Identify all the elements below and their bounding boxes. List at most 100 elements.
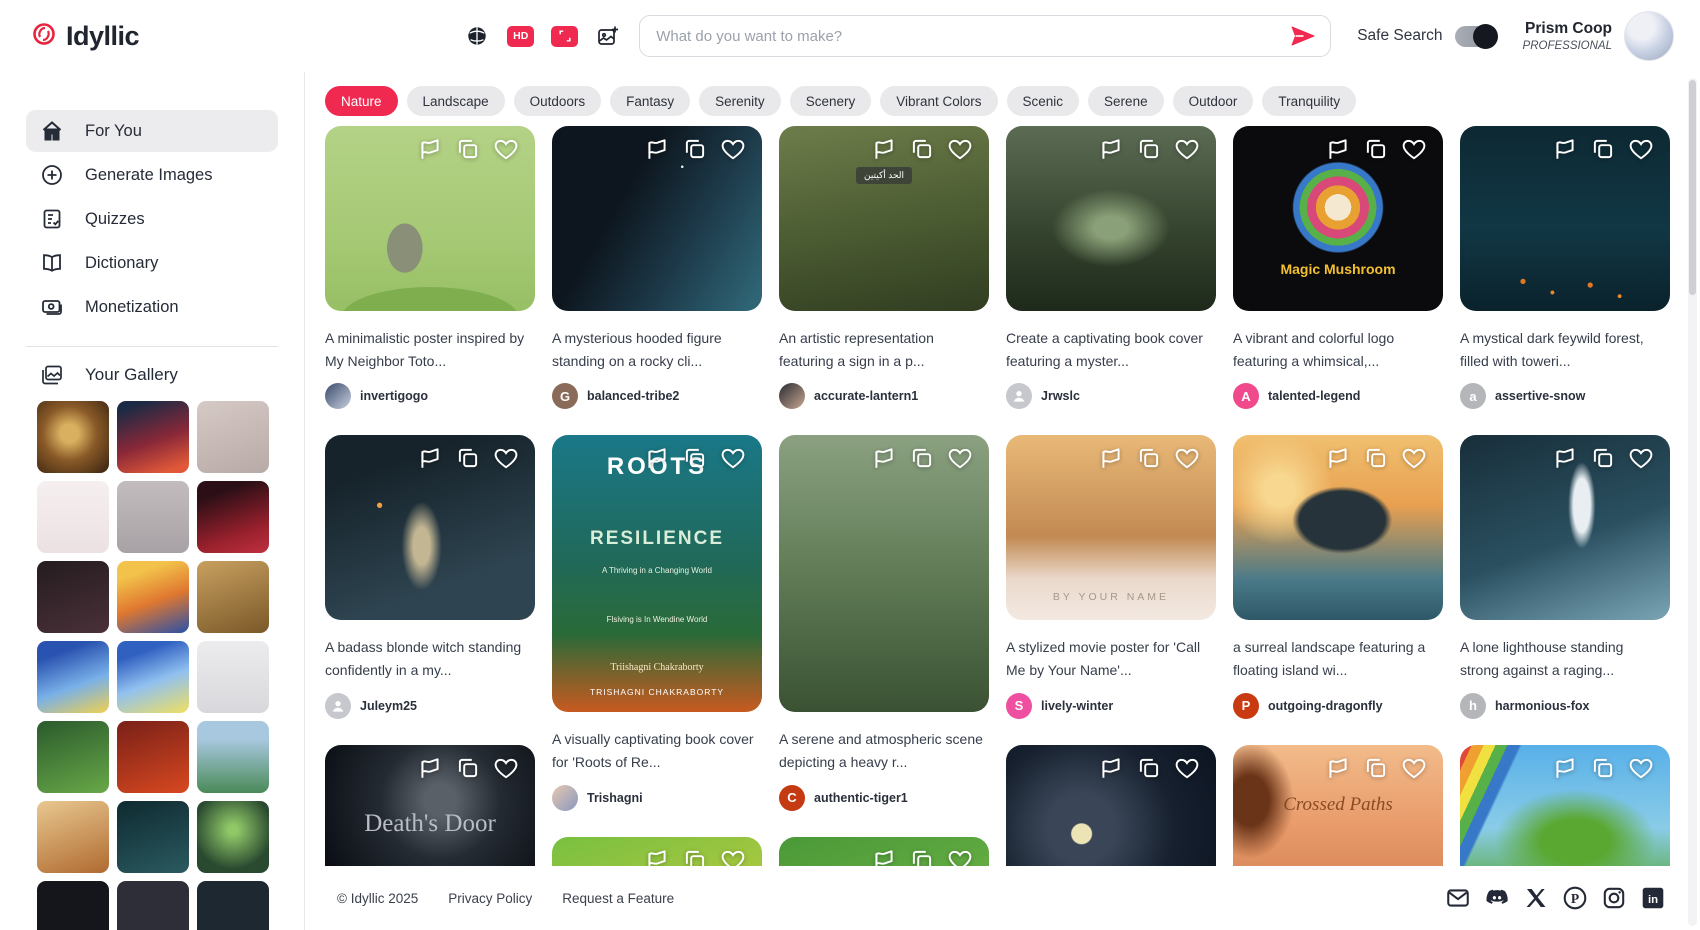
- gallery-thumb-goku-orange[interactable]: [117, 561, 189, 633]
- scrollbar-thumb[interactable]: [1689, 80, 1696, 295]
- filter-chip-serenity[interactable]: Serenity: [699, 86, 781, 116]
- gallery-thumb-neon-robot[interactable]: [117, 401, 189, 473]
- heart-icon[interactable]: [947, 136, 973, 167]
- filter-chip-fantasy[interactable]: Fantasy: [610, 86, 690, 116]
- flag-icon[interactable]: [1552, 445, 1578, 476]
- image-card-rainy-green-trees[interactable]: A serene and atmospheric scene depicting…: [779, 435, 989, 810]
- filter-chip-scenic[interactable]: Scenic: [1007, 86, 1080, 116]
- copy-icon[interactable]: [909, 136, 935, 167]
- image-card-hooded-figure-storm[interactable]: A mysterious hooded figure standing on a…: [552, 126, 762, 409]
- copy-icon[interactable]: [1363, 136, 1389, 167]
- copy-icon[interactable]: [1136, 755, 1162, 786]
- copy-icon[interactable]: [909, 445, 935, 476]
- heart-icon[interactable]: [493, 755, 519, 786]
- card-image-park-sign-scene[interactable]: الحد أكيتين: [779, 126, 989, 311]
- flag-icon[interactable]: [417, 445, 443, 476]
- gallery-thumb-dark-portrait[interactable]: [37, 561, 109, 633]
- card-image-dark-feywild-forest[interactable]: [1460, 126, 1670, 311]
- image-card-roots-resilience-book-cover[interactable]: ROOTSRESILIENCEA Thriving in a Changing …: [552, 435, 762, 810]
- sidebar-item-for-you[interactable]: For You: [26, 110, 278, 152]
- image-card-misty-forest-path[interactable]: Create a captivating book cover featurin…: [1006, 126, 1216, 409]
- privacy-policy-link[interactable]: Privacy Policy: [448, 891, 532, 906]
- heart-icon[interactable]: [1628, 445, 1654, 476]
- gallery-thumb-meditation-glow[interactable]: [197, 801, 269, 873]
- sidebar-item-dictionary[interactable]: Dictionary: [26, 242, 278, 284]
- card-author[interactable]: G balanced-tribe2: [552, 383, 762, 409]
- app-logo[interactable]: Idyllic: [30, 20, 139, 53]
- flag-icon[interactable]: [644, 445, 670, 476]
- flag-icon[interactable]: [1098, 136, 1124, 167]
- user-avatar[interactable]: [1624, 11, 1674, 61]
- image-card-dark-feywild-forest[interactable]: A mystical dark feywild forest, filled w…: [1460, 126, 1670, 409]
- flag-icon[interactable]: [1325, 445, 1351, 476]
- gallery-thumb-rosie-puppy-sheet[interactable]: [37, 481, 109, 553]
- image-card-call-me-by-your-name-poster[interactable]: BY YOUR NAME A stylized movie poster for…: [1006, 435, 1216, 718]
- heart-icon[interactable]: [493, 445, 519, 476]
- copy-icon[interactable]: [682, 136, 708, 167]
- card-image-blonde-witch[interactable]: [325, 435, 535, 620]
- flag-icon[interactable]: [1325, 136, 1351, 167]
- copy-icon[interactable]: [1590, 755, 1616, 786]
- card-image-hooded-figure-storm[interactable]: [552, 126, 762, 311]
- card-author[interactable]: accurate-lantern1: [779, 383, 989, 409]
- card-author[interactable]: Trishagni: [552, 785, 762, 811]
- copy-icon[interactable]: [455, 755, 481, 786]
- heart-icon[interactable]: [1401, 136, 1427, 167]
- flag-icon[interactable]: [417, 136, 443, 167]
- copy-icon[interactable]: [1136, 136, 1162, 167]
- page-scrollbar[interactable]: [1688, 78, 1697, 926]
- gallery-thumb-red-dragon[interactable]: [117, 721, 189, 793]
- copy-icon[interactable]: [455, 136, 481, 167]
- card-author[interactable]: C authentic-tiger1: [779, 785, 989, 811]
- flag-icon[interactable]: [871, 445, 897, 476]
- card-image-misty-forest-path[interactable]: [1006, 126, 1216, 311]
- heart-icon[interactable]: [1174, 445, 1200, 476]
- gallery-thumb-goku-blue[interactable]: [117, 641, 189, 713]
- card-author[interactable]: a assertive-snow: [1460, 383, 1670, 409]
- prompt-input[interactable]: [656, 28, 1288, 45]
- image-card-park-sign-scene[interactable]: الحد أكيتين An artistic representation f…: [779, 126, 989, 409]
- heart-icon[interactable]: [1401, 445, 1427, 476]
- x-icon[interactable]: [1523, 885, 1549, 911]
- filter-chip-landscape[interactable]: Landscape: [407, 86, 505, 116]
- image-card-magic-mushroom-logo[interactable]: Magic Mushroom A vibrant and colorful lo…: [1233, 126, 1443, 409]
- instagram-icon[interactable]: [1601, 885, 1627, 911]
- heart-icon[interactable]: [1401, 755, 1427, 786]
- heart-icon[interactable]: [493, 136, 519, 167]
- image-card-totoro-minimal-poster[interactable]: A minimalistic poster inspired by My Nei…: [325, 126, 535, 409]
- copy-icon[interactable]: [1363, 445, 1389, 476]
- gallery-thumb-mountain-path[interactable]: [197, 721, 269, 793]
- copy-icon[interactable]: [1590, 136, 1616, 167]
- sidebar-item-generate-images[interactable]: Generate Images: [26, 154, 278, 196]
- gallery-thumb-dark-thumb-2[interactable]: [117, 881, 189, 930]
- gallery-thumb-anime-energy-blue[interactable]: [37, 641, 109, 713]
- card-author[interactable]: Jrwslc: [1006, 383, 1216, 409]
- card-author[interactable]: A talented-legend: [1233, 383, 1443, 409]
- copy-icon[interactable]: [455, 445, 481, 476]
- send-icon[interactable]: [1288, 23, 1318, 49]
- filter-chip-serene[interactable]: Serene: [1088, 86, 1164, 116]
- gallery-thumb-autumn-forest[interactable]: [197, 561, 269, 633]
- heart-icon[interactable]: [1174, 755, 1200, 786]
- gallery-thumb-dalmatian-cartoon[interactable]: [197, 401, 269, 473]
- add-image-icon[interactable]: [595, 25, 621, 47]
- copy-icon[interactable]: [1363, 755, 1389, 786]
- flag-icon[interactable]: [1552, 136, 1578, 167]
- gallery-thumb-dark-thumb-1[interactable]: [37, 881, 109, 930]
- flag-icon[interactable]: [1098, 445, 1124, 476]
- filter-chip-nature[interactable]: Nature: [325, 86, 398, 116]
- copy-icon[interactable]: [1136, 445, 1162, 476]
- pinterest-icon[interactable]: P: [1562, 885, 1588, 911]
- safe-search-toggle[interactable]: [1455, 26, 1497, 47]
- filter-chip-scenery[interactable]: Scenery: [790, 86, 872, 116]
- image-card-floating-island-sunset[interactable]: a surreal landscape featuring a floating…: [1233, 435, 1443, 718]
- sidebar-item-your-gallery[interactable]: Your Gallery: [40, 363, 278, 387]
- heart-icon[interactable]: [1628, 136, 1654, 167]
- hd-quality-icon[interactable]: HD: [507, 26, 534, 47]
- card-image-roots-resilience-book-cover[interactable]: ROOTSRESILIENCEA Thriving in a Changing …: [552, 435, 762, 712]
- heart-icon[interactable]: [947, 445, 973, 476]
- image-card-blonde-witch[interactable]: A badass blonde witch standing confident…: [325, 435, 535, 718]
- aspect-ratio-icon[interactable]: [551, 26, 578, 47]
- card-author[interactable]: S lively-winter: [1006, 693, 1216, 719]
- filter-chip-outdoors[interactable]: Outdoors: [514, 86, 602, 116]
